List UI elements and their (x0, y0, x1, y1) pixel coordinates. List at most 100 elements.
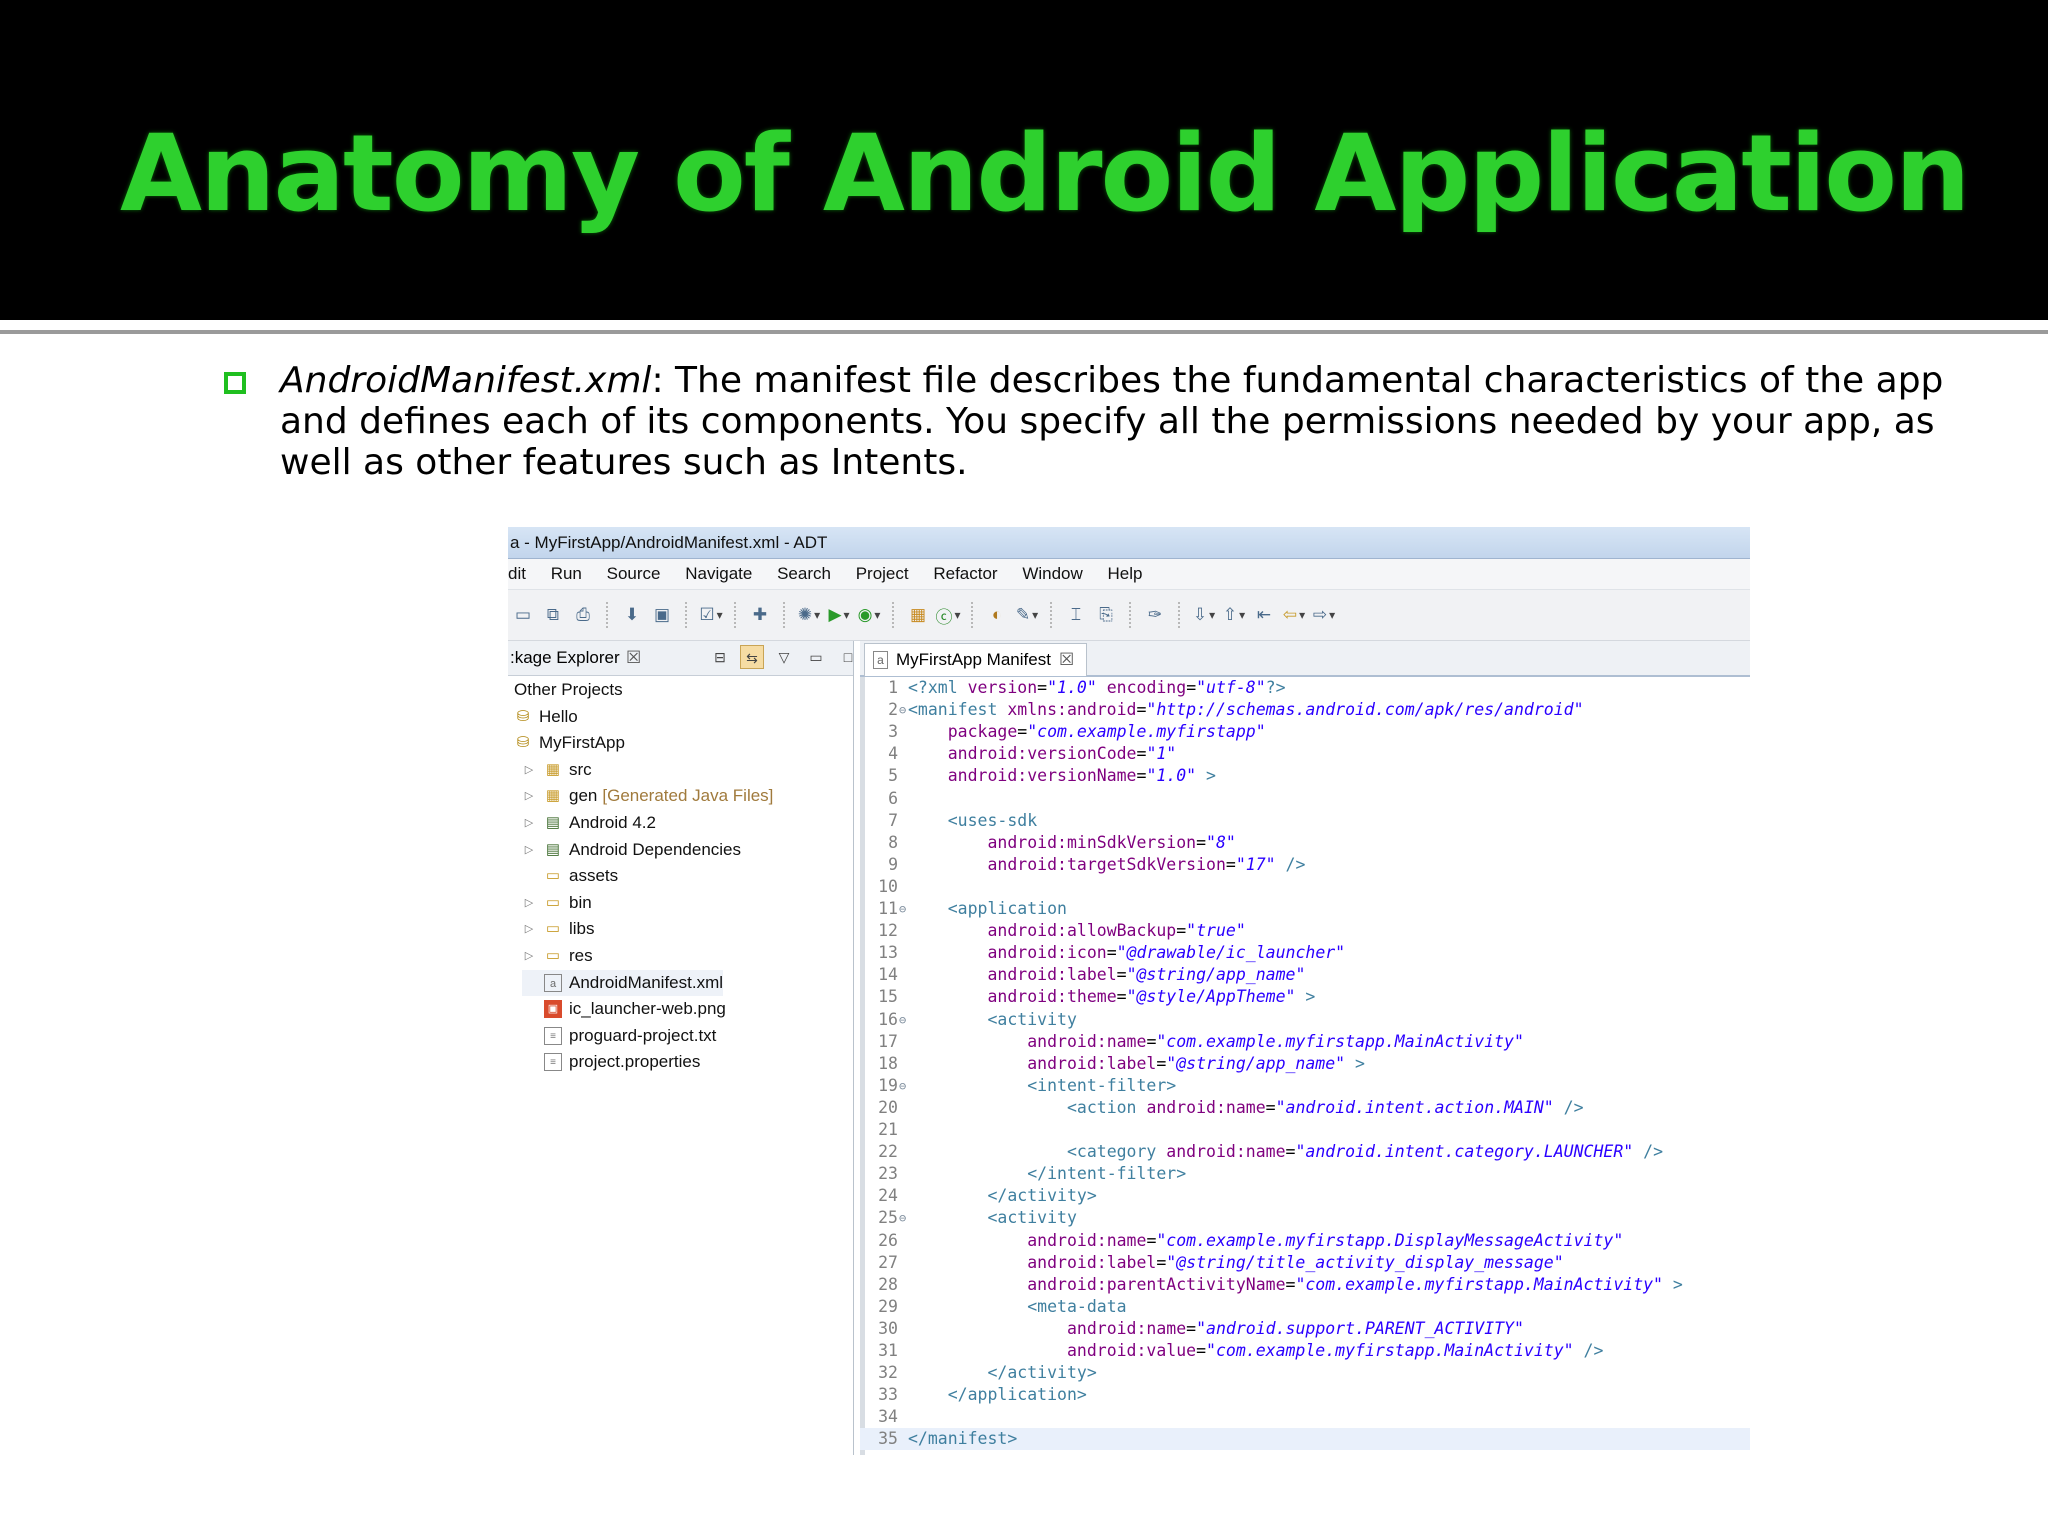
code-line[interactable]: 6 (860, 788, 1750, 810)
code-line[interactable]: 22 <category android:name="android.inten… (860, 1141, 1750, 1163)
menu-search[interactable]: Search (777, 559, 831, 589)
back-arrow-icon[interactable]: ⇦ (1283, 604, 1305, 626)
code-line[interactable]: 33 </application> (860, 1384, 1750, 1406)
tree-item[interactable]: ≡ project.properties (522, 1049, 700, 1075)
code-line[interactable]: 16 ⊖ <activity (860, 1009, 1750, 1031)
code-line[interactable]: 32 </activity> (860, 1362, 1750, 1384)
print-icon[interactable]: ⎙ (572, 604, 594, 626)
code-line[interactable]: 21 (860, 1119, 1750, 1141)
menu-window[interactable]: Window (1022, 559, 1082, 589)
debug-icon[interactable]: ✺ (798, 604, 820, 626)
close-icon[interactable]: ☒ (626, 641, 641, 675)
last-edit-location-icon[interactable]: ⇤ (1253, 604, 1275, 626)
external-tools-icon[interactable]: ◉ (858, 604, 880, 626)
maximize-icon[interactable]: □ (836, 645, 860, 669)
code-line[interactable]: 25 ⊖ <activity (860, 1207, 1750, 1229)
code-line[interactable]: 3 package="com.example.myfirstapp" (860, 721, 1750, 743)
code-line[interactable]: 13 android:icon="@drawable/ic_launcher" (860, 942, 1750, 964)
tree-item[interactable]: ▷ ▤ Android Dependencies (522, 837, 741, 863)
previous-annotation-icon[interactable]: ⇧ (1223, 604, 1245, 626)
save-icon[interactable]: ▭ (512, 604, 534, 626)
code-line[interactable]: 2 ⊖ <manifest xmlns:android="http://schema… (860, 699, 1750, 721)
menu-edit[interactable]: dit (508, 559, 526, 589)
code-line[interactable]: 11 ⊖ <application (860, 898, 1750, 920)
new-package-icon[interactable]: ▦ (907, 604, 929, 626)
menu-source[interactable]: Source (607, 559, 661, 589)
code-line[interactable]: 19 ⊖ <intent-filter> (860, 1075, 1750, 1097)
save-all-icon[interactable]: ⧉ (542, 604, 564, 626)
tree-item[interactable]: ▣ ic_launcher-web.png (522, 996, 726, 1022)
avd-manager-icon[interactable]: ▣ (651, 604, 673, 626)
lint-check-icon[interactable]: ☑ (699, 604, 722, 626)
search-icon[interactable]: ✎ (1016, 604, 1038, 626)
run-icon[interactable]: ▶ (828, 604, 850, 626)
code-line[interactable]: 28 android:parentActivityName="com.examp… (860, 1274, 1750, 1296)
new-android-project-icon[interactable]: ✚ (749, 604, 771, 626)
view-menu-icon[interactable]: ▽ (772, 645, 796, 669)
code-line[interactable]: 24 </activity> (860, 1185, 1750, 1207)
code-line[interactable]: 1 <?xml version="1.0" encoding="utf-8"?> (860, 677, 1750, 699)
code-line[interactable]: 14 android:label="@string/app_name" (860, 964, 1750, 986)
expand-arrow-icon[interactable]: ▷ (522, 916, 536, 942)
menu-run[interactable]: Run (551, 559, 582, 589)
code-line[interactable]: 30 android:name="android.support.PARENT_… (860, 1318, 1750, 1340)
code-line[interactable]: 29 <meta-data (860, 1296, 1750, 1318)
code-line[interactable]: 10 (860, 876, 1750, 898)
collapse-all-icon[interactable]: ⊟ (708, 645, 732, 669)
new-class-icon[interactable]: ⓒ (935, 604, 959, 627)
menu-navigate[interactable]: Navigate (685, 559, 752, 589)
open-type-icon[interactable]: ◐ (986, 604, 1008, 626)
tree-item[interactable]: ▷ ▭ bin (522, 890, 592, 916)
code-line[interactable]: 4 android:versionCode="1" (860, 743, 1750, 765)
code-line[interactable]: 12 android:allowBackup="true" (860, 920, 1750, 942)
code-line[interactable]: 18 android:label="@string/app_name" > (860, 1053, 1750, 1075)
forward-arrow-icon[interactable]: ⇨ (1313, 604, 1335, 626)
code-line[interactable]: 7 <uses-sdk (860, 810, 1750, 832)
fold-toggle-icon[interactable]: ⊖ (899, 1075, 906, 1097)
code-line[interactable]: 20 <action android:name="android.intent.… (860, 1097, 1750, 1119)
tree-item[interactable]: ▷ ▭ res (522, 943, 593, 969)
code-line[interactable]: 8 android:minSdkVersion="8" (860, 832, 1750, 854)
code-line[interactable]: 23 </intent-filter> (860, 1163, 1750, 1185)
code-line[interactable]: 15 android:theme="@style/AppTheme" > (860, 986, 1750, 1008)
fold-toggle-icon[interactable]: ⊖ (899, 898, 906, 920)
tree-item[interactable]: ▷ ▦ src (522, 757, 592, 783)
editor-tab-manifest[interactable]: a MyFirstApp Manifest ☒ (864, 643, 1088, 676)
toggle-mark-icon[interactable]: ⌶ (1065, 604, 1087, 626)
tree-item[interactable]: ⛁ Hello (514, 704, 578, 730)
expand-arrow-icon[interactable]: ▷ (522, 783, 536, 809)
code-line[interactable]: 27 android:label="@string/title_activity… (860, 1252, 1750, 1274)
code-line[interactable]: 34 (860, 1406, 1750, 1428)
tree-item[interactable]: a AndroidManifest.xml (522, 969, 724, 996)
toggle-block-icon[interactable]: ⎘ (1095, 604, 1117, 626)
tree-item[interactable]: ▷ ▭ libs (522, 916, 595, 942)
expand-arrow-icon[interactable]: ▷ (522, 757, 536, 783)
menu-help[interactable]: Help (1108, 559, 1143, 589)
pin-editor-icon[interactable]: ✑ (1144, 604, 1166, 626)
next-annotation-icon[interactable]: ⇩ (1193, 604, 1215, 626)
link-with-editor-icon[interactable]: ⇆ (740, 645, 764, 669)
expand-arrow-icon[interactable]: ▷ (522, 837, 536, 863)
minimize-icon[interactable]: ▭ (804, 645, 828, 669)
tree-item[interactable]: ⛁ MyFirstApp (514, 730, 625, 756)
sdk-manager-icon[interactable]: ⬇ (621, 604, 643, 626)
menu-refactor[interactable]: Refactor (933, 559, 997, 589)
fold-toggle-icon[interactable]: ⊖ (899, 1009, 906, 1031)
tree-item[interactable]: ▷ ▤ Android 4.2 (522, 810, 656, 836)
tree-item[interactable]: ≡ proguard-project.txt (522, 1023, 716, 1049)
code-line[interactable]: 31 android:value="com.example.myfirstapp… (860, 1340, 1750, 1362)
fold-toggle-icon[interactable]: ⊖ (899, 699, 906, 721)
menu-project[interactable]: Project (856, 559, 909, 589)
close-icon[interactable]: ☒ (1059, 644, 1074, 676)
code-line[interactable]: 35 </manifest> (860, 1428, 1750, 1451)
expand-arrow-icon[interactable]: ▷ (522, 890, 536, 916)
code-line[interactable]: 26 android:name="com.example.myfirstapp.… (860, 1230, 1750, 1252)
fold-toggle-icon[interactable]: ⊖ (899, 1207, 906, 1229)
tree-item[interactable]: ▷ ▦ gen [Generated Java Files] (522, 783, 774, 809)
tree-item[interactable]: Other Projects (514, 677, 623, 703)
tree-item[interactable]: ▭ assets (522, 863, 618, 889)
expand-arrow-icon[interactable]: ▷ (522, 810, 536, 836)
code-line[interactable]: 9 android:targetSdkVersion="17" /> (860, 854, 1750, 876)
expand-arrow-icon[interactable]: ▷ (522, 943, 536, 969)
code-line[interactable]: 17 android:name="com.example.myfirstapp.… (860, 1031, 1750, 1053)
